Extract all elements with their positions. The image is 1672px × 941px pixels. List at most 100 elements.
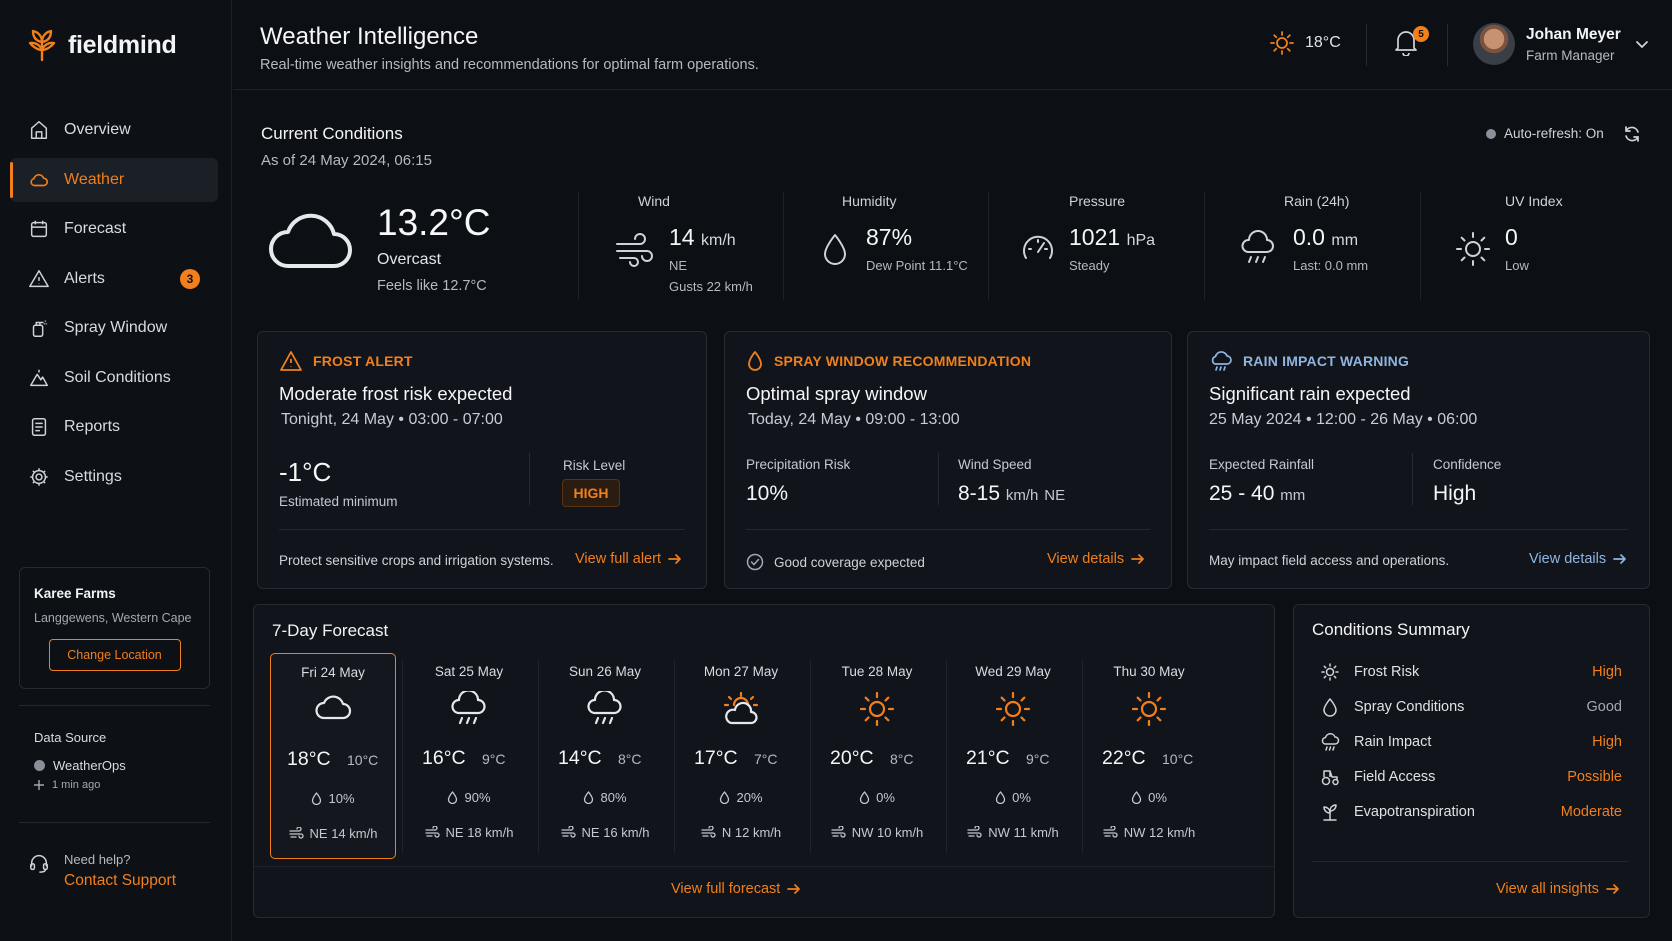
droplet-icon — [720, 791, 730, 804]
wind-speed-label: Wind Speed — [958, 457, 1032, 472]
data-source-updated: 1 min ago — [34, 779, 126, 791]
leaf-logo-icon — [28, 29, 56, 62]
rain-time: 25 May 2024 • 12:00 - 26 May • 06:00 — [1209, 411, 1478, 428]
nav-item-alerts[interactable]: Alerts 3 — [10, 257, 218, 301]
farm-name: Karee Farms — [34, 586, 116, 601]
app-name: fieldmind — [68, 30, 177, 59]
droplet-icon — [748, 351, 762, 371]
chevron-down-icon[interactable] — [1634, 36, 1650, 52]
day-wind: N 12 km/h — [678, 825, 804, 840]
nav-item-forecast[interactable]: Forecast — [10, 207, 218, 251]
summary-row-field-access[interactable]: Field Access Possible — [1320, 765, 1622, 789]
rain-headline: Significant rain expected — [1209, 383, 1411, 404]
divider — [988, 192, 989, 300]
nav-label: Forecast — [64, 220, 127, 237]
frost-min-temp: -1°C — [279, 457, 332, 487]
forecast-day[interactable]: Fri 24 May 18°C 10°C 10% NE 14 km/h — [270, 653, 396, 859]
confidence-label: Confidence — [1433, 457, 1502, 472]
divider — [674, 660, 675, 854]
nav-item-reports[interactable]: Reports — [10, 405, 218, 449]
day-precip: 90% — [406, 790, 532, 805]
rain-cloud-icon — [1211, 351, 1232, 371]
arrow-right-icon — [1606, 884, 1619, 894]
droplet-icon — [584, 791, 594, 804]
summary-row-spray-conditions[interactable]: Spray Conditions Good — [1320, 695, 1622, 719]
divider — [746, 529, 1150, 530]
rain: 0.0 mm — [1293, 224, 1358, 251]
day-precip: 80% — [542, 790, 668, 805]
arrow-right-icon — [1131, 554, 1144, 564]
summary-row-frost-risk[interactable]: Frost Risk High — [1320, 660, 1622, 684]
day-name: Mon 27 May — [703, 664, 779, 679]
forecast-day[interactable]: Tue 28 May 20°C 8°C 0% NW 10 km/h — [814, 653, 940, 859]
day-low-temp: 10°C — [1162, 751, 1194, 767]
spray-view-details-link[interactable]: View details — [1047, 551, 1145, 567]
divider — [1082, 660, 1083, 854]
header-weather[interactable]: 18°C — [1269, 30, 1341, 56]
link-label: View all insights — [1496, 881, 1599, 897]
nav-label: Settings — [64, 467, 122, 485]
logo[interactable]: fieldmind — [26, 28, 177, 62]
avatar[interactable] — [1473, 23, 1515, 65]
precip-value: 10% — [328, 791, 355, 806]
rain-label: Rain (24h) — [1284, 193, 1350, 209]
frost-min-label: Estimated minimum — [279, 494, 398, 509]
dew-point: Dew Point 11.1°C — [866, 258, 968, 273]
divider — [1366, 24, 1367, 66]
spray-wind-dir: NE — [1044, 487, 1066, 504]
droplet-icon — [995, 791, 1006, 804]
wind-value: NE 16 km/h — [581, 825, 650, 840]
nav-item-settings[interactable]: Settings — [10, 455, 218, 499]
view-full-forecast-link[interactable]: View full forecast — [671, 881, 801, 897]
expected-rainfall-label: Expected Rainfall — [1209, 457, 1315, 472]
uv-value: 0 — [1505, 224, 1518, 250]
spray-time: Today, 24 May • 09:00 - 13:00 — [748, 411, 960, 428]
divider — [783, 192, 784, 300]
precip-value: 0% — [876, 790, 895, 805]
auto-refresh-toggle[interactable]: Auto-refresh: On — [1486, 126, 1604, 141]
notifications-button[interactable]: 5 — [1393, 26, 1429, 58]
summary-row-evapotranspiration[interactable]: Evapotranspiration Moderate — [1320, 800, 1622, 824]
summary-row-rain-impact[interactable]: Rain Impact High — [1320, 730, 1622, 754]
divider — [279, 529, 685, 530]
risk-level-label: Risk Level — [563, 458, 626, 473]
divider — [578, 192, 579, 300]
confidence-value: High — [1433, 482, 1477, 505]
nav-item-spray-window[interactable]: Spray Window — [10, 306, 218, 350]
nav-item-overview[interactable]: Overview — [10, 108, 218, 152]
divider — [402, 660, 403, 854]
spray-headline: Optimal spray window — [746, 383, 927, 404]
rain-cloud-icon — [1241, 230, 1274, 263]
nav-item-weather[interactable]: Weather — [10, 157, 218, 202]
precip-risk-value: 10% — [746, 482, 789, 505]
warning-icon — [280, 351, 302, 371]
day-name: Sat 25 May — [434, 664, 504, 679]
sun-icon — [857, 691, 897, 727]
calendar-icon — [30, 220, 48, 238]
wind-unit: km/h — [700, 232, 736, 249]
wind-icon — [288, 827, 304, 839]
day-high-temp: 22°C — [1102, 747, 1146, 769]
sun-icon — [1129, 691, 1169, 727]
forecast-day[interactable]: Wed 29 May 21°C 9°C 0% NW 11 km/h — [950, 653, 1076, 859]
wind-label: Wind — [638, 193, 670, 209]
nav-item-soil-conditions[interactable]: Soil Conditions — [10, 356, 218, 400]
rain-last: Last: 0.0 mm — [1293, 258, 1369, 273]
contact-support-link[interactable]: Contact Support — [64, 872, 176, 890]
forecast-day[interactable]: Sun 26 May 14°C 8°C 80% NE 16 km/h — [542, 653, 668, 859]
arrow-right-icon — [668, 554, 681, 564]
sun-icon — [1456, 232, 1490, 266]
check-circle-icon — [746, 553, 764, 571]
change-location-button[interactable]: Change Location — [48, 639, 181, 671]
droplet-icon — [859, 791, 870, 804]
forecast-day[interactable]: Sat 25 May 16°C 9°C 90% NE 18 km/h — [406, 653, 532, 859]
view-all-insights-link[interactable]: View all insights — [1496, 881, 1620, 897]
rain-view-details-link[interactable]: View details — [1529, 551, 1627, 567]
tag-label: FROST ALERT — [313, 353, 413, 369]
view-full-alert-link[interactable]: View full alert — [575, 551, 682, 567]
refresh-icon[interactable] — [1622, 124, 1642, 144]
forecast-day[interactable]: Mon 27 May 17°C 7°C 20% N 12 km/h — [678, 653, 804, 859]
wind-gusts: Gusts 22 km/h — [669, 279, 753, 294]
forecast-day[interactable]: Thu 30 May 22°C 10°C 0% NW 12 km/h — [1086, 653, 1212, 859]
summary-value: Good — [1586, 699, 1622, 715]
